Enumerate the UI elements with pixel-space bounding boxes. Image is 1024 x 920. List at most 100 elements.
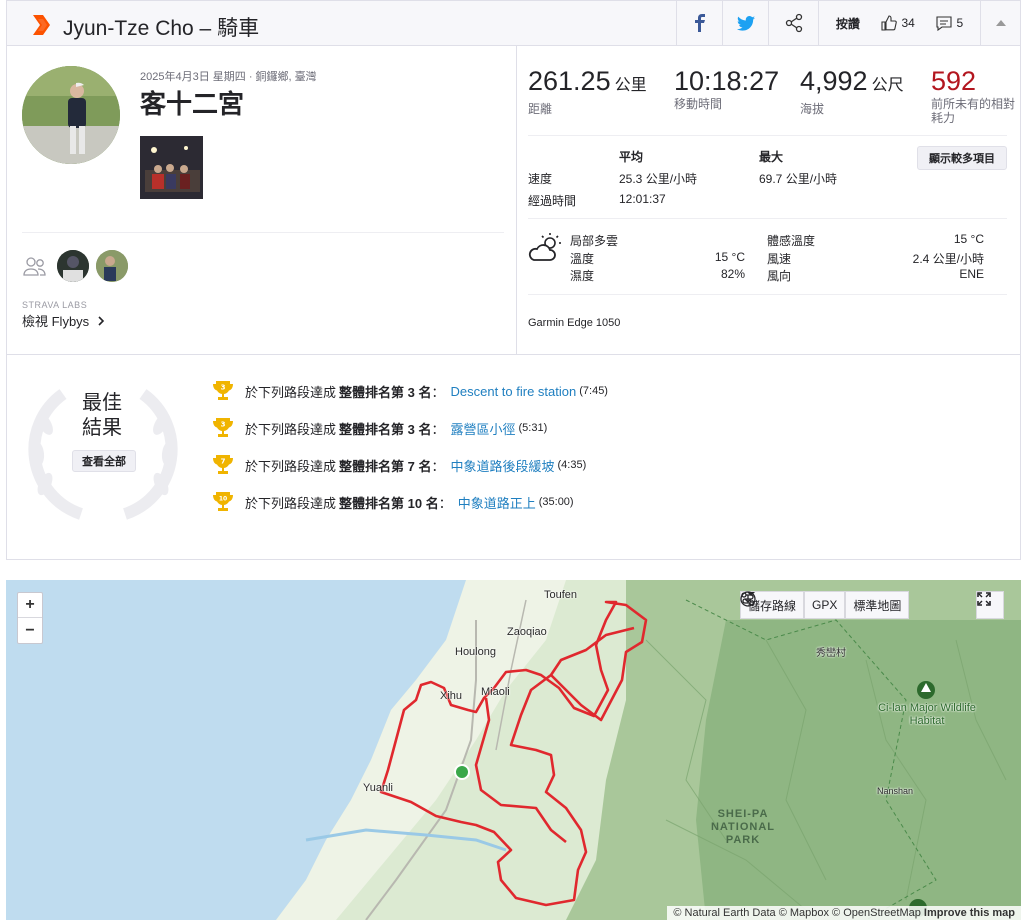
collapse-button[interactable] bbox=[980, 1, 1020, 45]
segment-time: (5:31) bbox=[518, 422, 548, 434]
wildlife-habitat-label: Ci-lan Major Wildlife Habitat bbox=[878, 702, 976, 727]
attribution-text[interactable]: © Natural Earth Data © Mapbox © OpenStre… bbox=[673, 907, 920, 919]
stat-value: 10:18:27 bbox=[674, 66, 780, 96]
map-city-label: Yuanli bbox=[363, 782, 393, 794]
stat-unit: 公里 bbox=[614, 77, 647, 94]
athlete-photo bbox=[22, 66, 120, 164]
stat-distance: 261.25 公里 距離 bbox=[528, 66, 647, 116]
comment-icon bbox=[936, 15, 953, 31]
col-header-max: 最大 bbox=[759, 150, 784, 164]
segment-link[interactable]: Descent to fire station bbox=[451, 384, 577, 399]
map-city-label: Houlong bbox=[455, 646, 496, 658]
svg-text:3: 3 bbox=[221, 384, 226, 392]
map-type-dropdown[interactable]: 標準地圖 bbox=[747, 591, 910, 619]
strava-labs-label: STRAVA LABS bbox=[22, 300, 88, 310]
route-map[interactable]: Toufen Zaoqiao Houlong Xihu Miaoli Yuanl… bbox=[6, 580, 1021, 920]
trophy-icon: 10 bbox=[213, 492, 233, 511]
trophy-icon: 7 bbox=[213, 455, 233, 474]
fullscreen-button[interactable] bbox=[976, 591, 1004, 619]
caret-up-icon bbox=[995, 20, 1006, 26]
svg-text:3: 3 bbox=[221, 421, 226, 429]
flybys-link[interactable]: 檢視 Flybys bbox=[22, 311, 105, 330]
temperature-value: 15 °C bbox=[714, 250, 745, 264]
activity-photo bbox=[140, 136, 203, 199]
achievement-prefix: 於下列路段達成 bbox=[245, 495, 337, 511]
speed-max: 69.7 公里/小時 bbox=[759, 172, 838, 186]
svg-text:10: 10 bbox=[219, 496, 227, 503]
stat-unit: 公尺 bbox=[871, 77, 904, 94]
divider bbox=[528, 218, 1007, 219]
kudos-count-button[interactable]: 34 bbox=[881, 15, 915, 31]
comments-button[interactable]: 5 bbox=[936, 15, 964, 31]
stat-label: 距離 bbox=[528, 102, 553, 116]
speed-label: 速度 bbox=[528, 172, 553, 186]
elapsed-time-label: 經過時間 bbox=[528, 194, 577, 208]
achievement-prefix: 於下列路段達成 bbox=[245, 458, 337, 474]
flybys-label: 檢視 Flybys bbox=[22, 314, 90, 329]
improve-map-link[interactable]: Improve this map bbox=[924, 907, 1015, 919]
activity-photo-thumbnail[interactable] bbox=[140, 136, 203, 199]
wind-speed-label: 風速 bbox=[767, 252, 792, 266]
see-all-button[interactable]: 查看全部 bbox=[72, 450, 136, 472]
map-city-label: Xihu bbox=[440, 690, 463, 702]
share-button[interactable] bbox=[768, 1, 818, 45]
comment-count: 5 bbox=[956, 16, 964, 30]
twitter-share-button[interactable] bbox=[722, 1, 768, 45]
divider bbox=[22, 232, 504, 233]
fullscreen-icon bbox=[977, 592, 991, 606]
show-more-button[interactable]: 顯示較多項目 bbox=[917, 146, 1007, 170]
humidity-label: 濕度 bbox=[570, 269, 595, 283]
feels-like-label: 體感溫度 bbox=[767, 234, 816, 248]
segment-time: (7:45) bbox=[579, 385, 608, 397]
stat-label: 前所未有的相對耗力 bbox=[931, 97, 1016, 125]
zoom-out-button[interactable]: − bbox=[18, 618, 42, 643]
map-zoom-controls: + − bbox=[17, 592, 43, 644]
achievement-row: 3 於下列路段達成 整體排名第 3 名： 露營區小徑 (5:31) bbox=[211, 416, 547, 440]
achievement-rank: 整體排名第 3 名 bbox=[339, 384, 432, 400]
stat-label: 移動時間 bbox=[674, 97, 723, 111]
stat-moving-time: 10:18:27 移動時間 bbox=[674, 66, 779, 111]
achievement-rank: 整體排名第 10 名 bbox=[339, 495, 439, 511]
chevron-right-icon bbox=[98, 316, 104, 326]
activity-summary-card: 2025年4月3日 星期四 · 銅鑼鄉, 臺灣 客十二宮 STRAVA LABS… bbox=[6, 46, 1021, 560]
athlete-avatar[interactable] bbox=[22, 66, 120, 164]
achievement-row: 10 於下列路段達成 整體排名第 10 名： 中象道路正上 (35:00) bbox=[211, 490, 574, 514]
device-name: Garmin Edge 1050 bbox=[528, 317, 621, 329]
wind-direction-label: 風向 bbox=[767, 269, 792, 283]
group-activity-icon bbox=[23, 257, 46, 276]
best-efforts-title: 最佳 結果 bbox=[67, 391, 137, 441]
activity-details: 2025年4月3日 星期四 · 銅鑼鄉, 臺灣 客十二宮 STRAVA LABS… bbox=[7, 46, 517, 354]
group-athlete-avatar[interactable] bbox=[96, 250, 128, 282]
thumbs-up-icon bbox=[881, 15, 898, 31]
zoom-in-button[interactable]: + bbox=[18, 593, 42, 618]
route-start-marker bbox=[454, 764, 470, 780]
trophy-icon: 3 bbox=[213, 381, 233, 400]
strava-logo-icon bbox=[33, 15, 50, 35]
segment-link[interactable]: 中象道路正上 bbox=[458, 493, 536, 512]
facebook-share-button[interactable] bbox=[676, 1, 722, 45]
wind-direction-value: ENE bbox=[959, 267, 984, 281]
map-toolbar: 儲存路線 GPX 標準地圖 bbox=[740, 591, 910, 619]
divider bbox=[7, 354, 1020, 355]
temperature-label: 溫度 bbox=[570, 252, 595, 266]
achievement-prefix: 於下列路段達成 bbox=[245, 421, 337, 437]
best-efforts-title-line: 最佳 bbox=[82, 392, 122, 414]
elapsed-time-value: 12:01:37 bbox=[619, 192, 666, 206]
kudos-button[interactable]: 按讚 bbox=[836, 15, 860, 32]
kudos-count: 34 bbox=[901, 16, 915, 30]
stat-relative-effort[interactable]: 592 前所未有的相對耗力 bbox=[931, 66, 1021, 125]
group-athlete-avatar[interactable] bbox=[57, 250, 89, 282]
group-athlete-photo bbox=[57, 250, 89, 282]
caret-down-icon bbox=[747, 592, 755, 596]
weather-condition: 局部多雲 bbox=[570, 234, 619, 248]
achievement-row: 7 於下列路段達成 整體排名第 7 名： 中象道路後段緩坡 (4:35) bbox=[211, 453, 586, 477]
map-city-label: Nanshan bbox=[877, 786, 914, 796]
twitter-icon bbox=[736, 15, 755, 31]
map-attribution: © Natural Earth Data © Mapbox © OpenStre… bbox=[667, 906, 1021, 920]
speed-average: 25.3 公里/小時 bbox=[619, 172, 698, 186]
gpx-download-button[interactable]: GPX bbox=[740, 591, 846, 619]
stat-value: 592 bbox=[931, 66, 977, 96]
map-city-label: Miaoli bbox=[481, 686, 510, 698]
segment-link[interactable]: 露營區小徑 bbox=[451, 419, 516, 438]
segment-link[interactable]: 中象道路後段緩坡 bbox=[451, 456, 555, 475]
